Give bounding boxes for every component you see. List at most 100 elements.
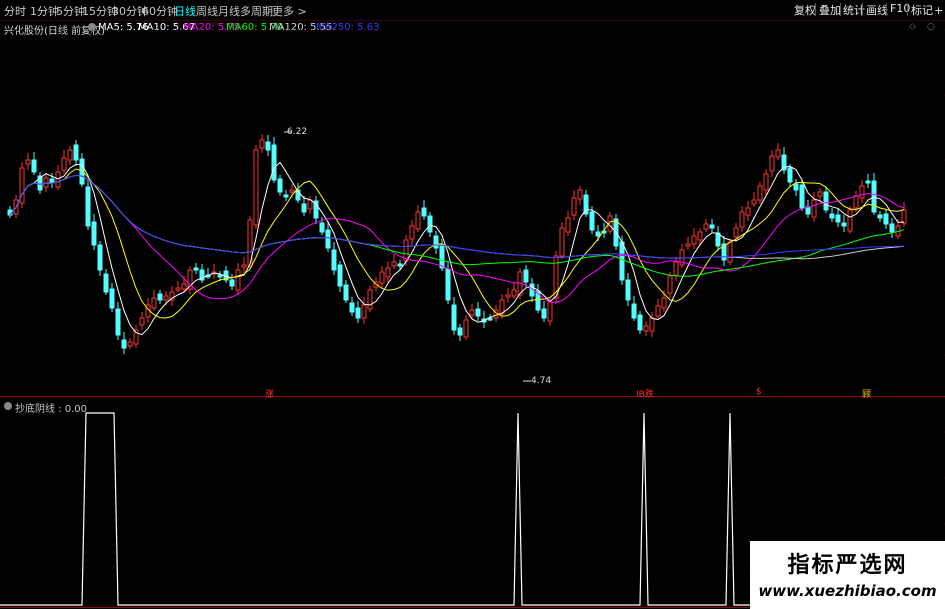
panel-divider	[0, 396, 945, 397]
candle-body	[397, 263, 403, 267]
candle-body	[661, 297, 667, 309]
candle-body	[235, 269, 241, 291]
candle-body	[565, 217, 571, 233]
candle-body	[385, 267, 391, 278]
candle-body	[685, 243, 691, 247]
candle-body	[745, 207, 751, 216]
candle-body	[847, 209, 853, 232]
candle-body	[49, 178, 55, 183]
candle-body	[319, 222, 325, 233]
candles-layer	[7, 134, 907, 354]
candle-body	[163, 295, 169, 301]
candle-body	[589, 211, 595, 231]
candle-body	[793, 183, 799, 191]
candle-body	[841, 222, 847, 227]
candle-body	[301, 203, 307, 213]
candle-body	[835, 214, 841, 223]
candle-body	[733, 227, 739, 238]
candle-body	[331, 249, 337, 271]
candle-body	[475, 308, 481, 317]
candle-body	[595, 231, 601, 237]
candle-body	[769, 155, 775, 172]
candle-body	[259, 139, 265, 149]
candle-body	[121, 339, 127, 349]
candle-body	[421, 207, 427, 217]
candlestick-chart	[0, 29, 945, 606]
candle-body	[103, 273, 109, 293]
candle-body	[253, 149, 259, 226]
candle-body	[97, 244, 103, 271]
ma60-line	[9, 174, 905, 277]
candle-body	[655, 305, 661, 317]
candle-body	[523, 269, 529, 283]
candle-body	[91, 221, 97, 246]
watermark-logo: 指标严选网 www.xuezhibiao.com	[750, 541, 945, 609]
candle-body	[433, 235, 439, 249]
candle-body	[439, 244, 445, 269]
candle-body	[511, 289, 517, 297]
candle-body	[751, 199, 757, 205]
candle-body	[127, 341, 133, 347]
ma10-line	[9, 168, 905, 319]
candle-body	[55, 171, 61, 188]
candle-body	[115, 308, 121, 336]
candle-body	[445, 268, 451, 301]
candle-body	[871, 180, 877, 213]
low-price-label: 4.74	[531, 376, 552, 386]
candle-body	[241, 264, 247, 268]
candle-body	[829, 213, 835, 219]
indicator-label: 抄底阴线 : 0.00	[15, 404, 87, 415]
candle-body	[691, 235, 697, 245]
signal-marker: $	[756, 387, 762, 397]
candle-body	[865, 180, 871, 184]
candle-body	[181, 283, 187, 290]
candle-body	[73, 144, 79, 161]
candle-body	[289, 189, 295, 193]
candle-body	[817, 191, 823, 197]
candle-body	[853, 195, 859, 209]
candle-body	[811, 199, 817, 218]
candle-body	[883, 213, 889, 225]
ma20-line	[9, 174, 905, 304]
candle-body	[709, 224, 715, 229]
candle-body	[901, 209, 907, 224]
candle-body	[643, 325, 649, 332]
candle-body	[67, 149, 73, 161]
candle-body	[673, 261, 679, 276]
candle-body	[265, 141, 271, 151]
candle-body	[283, 194, 289, 198]
candle-body	[343, 284, 349, 301]
candle-body	[547, 301, 553, 322]
candle-body	[667, 275, 673, 294]
signal-marker: 涨	[265, 390, 275, 400]
candle-body	[367, 289, 373, 310]
candle-body	[505, 294, 511, 298]
candle-body	[625, 279, 631, 301]
candle-body	[61, 157, 67, 171]
candle-body	[823, 191, 829, 211]
candle-body	[43, 177, 49, 188]
candle-body	[763, 173, 769, 191]
candle-body	[889, 223, 895, 233]
candle-body	[859, 185, 865, 199]
candle-body	[739, 211, 745, 228]
indicator-settings-icon[interactable]	[4, 402, 12, 410]
candle-body	[427, 215, 433, 233]
candle-body	[457, 327, 463, 336]
candle-body	[349, 302, 355, 313]
candle-body	[415, 211, 421, 230]
candle-body	[469, 309, 475, 316]
candle-body	[877, 214, 883, 219]
candle-body	[541, 308, 547, 319]
candle-body	[631, 303, 637, 319]
watermark-title: 指标严选网	[787, 553, 908, 578]
candle-body	[463, 319, 469, 338]
candle-body	[277, 178, 283, 193]
candle-body	[649, 317, 655, 332]
signal-marker: IB跌	[636, 390, 654, 400]
candle-body	[355, 307, 361, 319]
candle-body	[391, 261, 397, 267]
candle-body	[361, 304, 367, 319]
candle-body	[109, 288, 115, 309]
candle-body	[757, 185, 763, 201]
